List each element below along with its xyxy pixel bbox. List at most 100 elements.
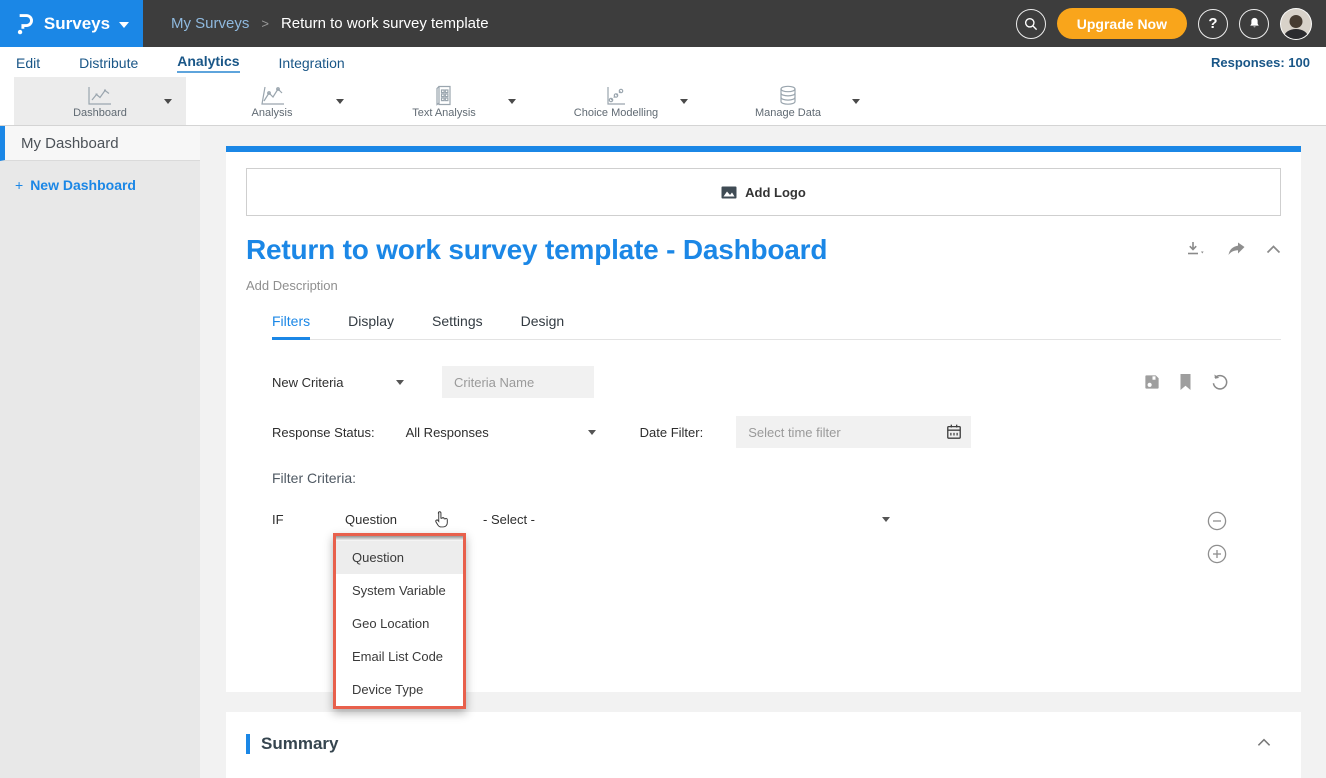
add-logo-dropzone[interactable]: Add Logo	[246, 168, 1281, 216]
save-criteria-button[interactable]	[1143, 373, 1161, 391]
tool-text-analysis[interactable]: Text Analysis	[358, 77, 530, 125]
breadcrumb-separator: >	[261, 16, 269, 31]
header-actions: Upgrade Now ?	[1016, 0, 1326, 47]
tool-label: Analysis	[252, 107, 293, 119]
share-button[interactable]	[1226, 241, 1246, 257]
chevron-down-icon[interactable]	[164, 99, 172, 104]
summary-accent-bar	[246, 734, 250, 754]
database-icon	[777, 85, 799, 106]
summary-title: Summary	[261, 734, 338, 754]
responses-count[interactable]: Responses: 100	[1211, 55, 1310, 70]
help-button[interactable]: ?	[1198, 9, 1228, 39]
tool-label: Dashboard	[73, 107, 127, 119]
tool-label: Manage Data	[755, 107, 821, 119]
nav-edit[interactable]: Edit	[16, 53, 40, 71]
response-status-label: Response Status:	[272, 425, 375, 440]
download-button[interactable]	[1185, 240, 1206, 258]
tool-choice-modelling[interactable]: Choice Modelling	[530, 77, 702, 125]
nav-distribute[interactable]: Distribute	[79, 53, 138, 71]
dashboard-chart-icon	[86, 86, 113, 106]
field-value-select[interactable]: - Select -	[483, 512, 890, 527]
chevron-up-icon	[437, 517, 445, 522]
tab-display[interactable]: Display	[348, 313, 394, 339]
criteria-type-value: New Criteria	[272, 375, 344, 390]
field-type-value: Question	[345, 512, 397, 527]
upgrade-now-button[interactable]: Upgrade Now	[1057, 8, 1187, 39]
chevron-down-icon[interactable]	[508, 99, 516, 104]
choice-modelling-icon	[604, 86, 628, 106]
minus-circle-icon	[1207, 511, 1227, 531]
top-header-bar: Surveys My Surveys > Return to work surv…	[0, 0, 1326, 47]
tool-analysis[interactable]: Analysis	[186, 77, 358, 125]
tool-label: Text Analysis	[412, 107, 476, 119]
response-status-select[interactable]: All Responses	[406, 425, 596, 440]
tab-filters[interactable]: Filters	[272, 313, 310, 339]
breadcrumb-current-survey: Return to work survey template	[281, 15, 489, 32]
chevron-down-icon[interactable]	[852, 99, 860, 104]
tool-dashboard[interactable]: Dashboard	[14, 77, 186, 125]
add-description-field[interactable]: Add Description	[246, 278, 1281, 293]
new-dashboard-button[interactable]: + New Dashboard	[0, 161, 200, 193]
plus-circle-icon	[1207, 544, 1227, 564]
collapse-card-button[interactable]	[1266, 245, 1281, 254]
tool-manage-data[interactable]: Manage Data	[702, 77, 874, 125]
collapse-summary-button[interactable]	[1257, 738, 1271, 747]
breadcrumb-my-surveys[interactable]: My Surveys	[171, 15, 249, 32]
field-value-placeholder: - Select -	[483, 512, 535, 527]
criteria-name-input[interactable]	[442, 366, 594, 398]
if-label: IF	[272, 512, 345, 527]
sidebar-item-label: My Dashboard	[21, 135, 119, 152]
criteria-type-select[interactable]: New Criteria	[272, 375, 404, 390]
bookmark-criteria-button[interactable]	[1178, 373, 1193, 391]
plus-icon: +	[15, 177, 23, 193]
analytics-toolbar: Dashboard Analysis Text Analysis	[0, 77, 1326, 126]
add-criteria-button[interactable]	[1207, 544, 1227, 564]
menu-option-question[interactable]: Question	[336, 541, 463, 574]
image-icon	[721, 186, 737, 199]
breadcrumb: My Surveys > Return to work survey templ…	[143, 0, 1016, 47]
menu-option-device-type[interactable]: Device Type	[336, 673, 463, 706]
share-icon	[1226, 241, 1246, 257]
chevron-down-icon	[882, 517, 890, 522]
reset-criteria-button[interactable]	[1210, 373, 1229, 392]
chevron-down-icon[interactable]	[680, 99, 688, 104]
user-avatar[interactable]	[1280, 8, 1312, 40]
sidebar-item-my-dashboard[interactable]: My Dashboard	[0, 126, 200, 161]
tab-settings[interactable]: Settings	[432, 313, 483, 339]
dashboard-sidebar: My Dashboard + New Dashboard	[0, 126, 200, 778]
help-icon: ?	[1208, 15, 1217, 32]
product-label: Surveys	[44, 14, 110, 34]
add-logo-label: Add Logo	[745, 185, 806, 200]
filter-criteria-heading: Filter Criteria:	[272, 470, 1255, 486]
dashboard-main: Add Logo Return to work survey template …	[200, 126, 1326, 778]
remove-criteria-button[interactable]	[1207, 511, 1227, 531]
settings-tabs: Filters Display Settings Design	[272, 313, 1281, 340]
chevron-up-icon	[1257, 738, 1271, 747]
response-status-value: All Responses	[406, 425, 489, 440]
dashboard-settings-card: Add Logo Return to work survey template …	[226, 146, 1301, 692]
text-analysis-icon	[433, 85, 455, 106]
save-icon	[1143, 373, 1161, 391]
menu-option-system-variable[interactable]: System Variable	[336, 574, 463, 607]
nav-integration[interactable]: Integration	[279, 53, 345, 71]
chevron-down-icon	[588, 430, 596, 435]
chevron-down-icon	[119, 22, 129, 28]
search-button[interactable]	[1016, 9, 1046, 39]
reset-icon	[1210, 373, 1229, 392]
download-icon	[1185, 240, 1206, 258]
tool-label: Choice Modelling	[574, 107, 658, 119]
field-type-select[interactable]: Question	[345, 512, 445, 527]
date-filter-input[interactable]	[736, 416, 971, 448]
notifications-button[interactable]	[1239, 9, 1269, 39]
dashboard-title[interactable]: Return to work survey template - Dashboa…	[246, 234, 827, 266]
field-type-dropdown-menu: Question System Variable Geo Location Em…	[333, 533, 466, 709]
bookmark-icon	[1178, 373, 1193, 391]
chevron-down-icon[interactable]	[336, 99, 344, 104]
menu-option-email-list-code[interactable]: Email List Code	[336, 640, 463, 673]
menu-option-geo-location[interactable]: Geo Location	[336, 607, 463, 640]
product-menu[interactable]: Surveys	[0, 0, 143, 47]
tab-design[interactable]: Design	[521, 313, 565, 339]
brand-logo-icon	[14, 11, 35, 37]
analysis-chart-icon	[259, 86, 286, 106]
nav-analytics[interactable]: Analytics	[177, 51, 239, 73]
